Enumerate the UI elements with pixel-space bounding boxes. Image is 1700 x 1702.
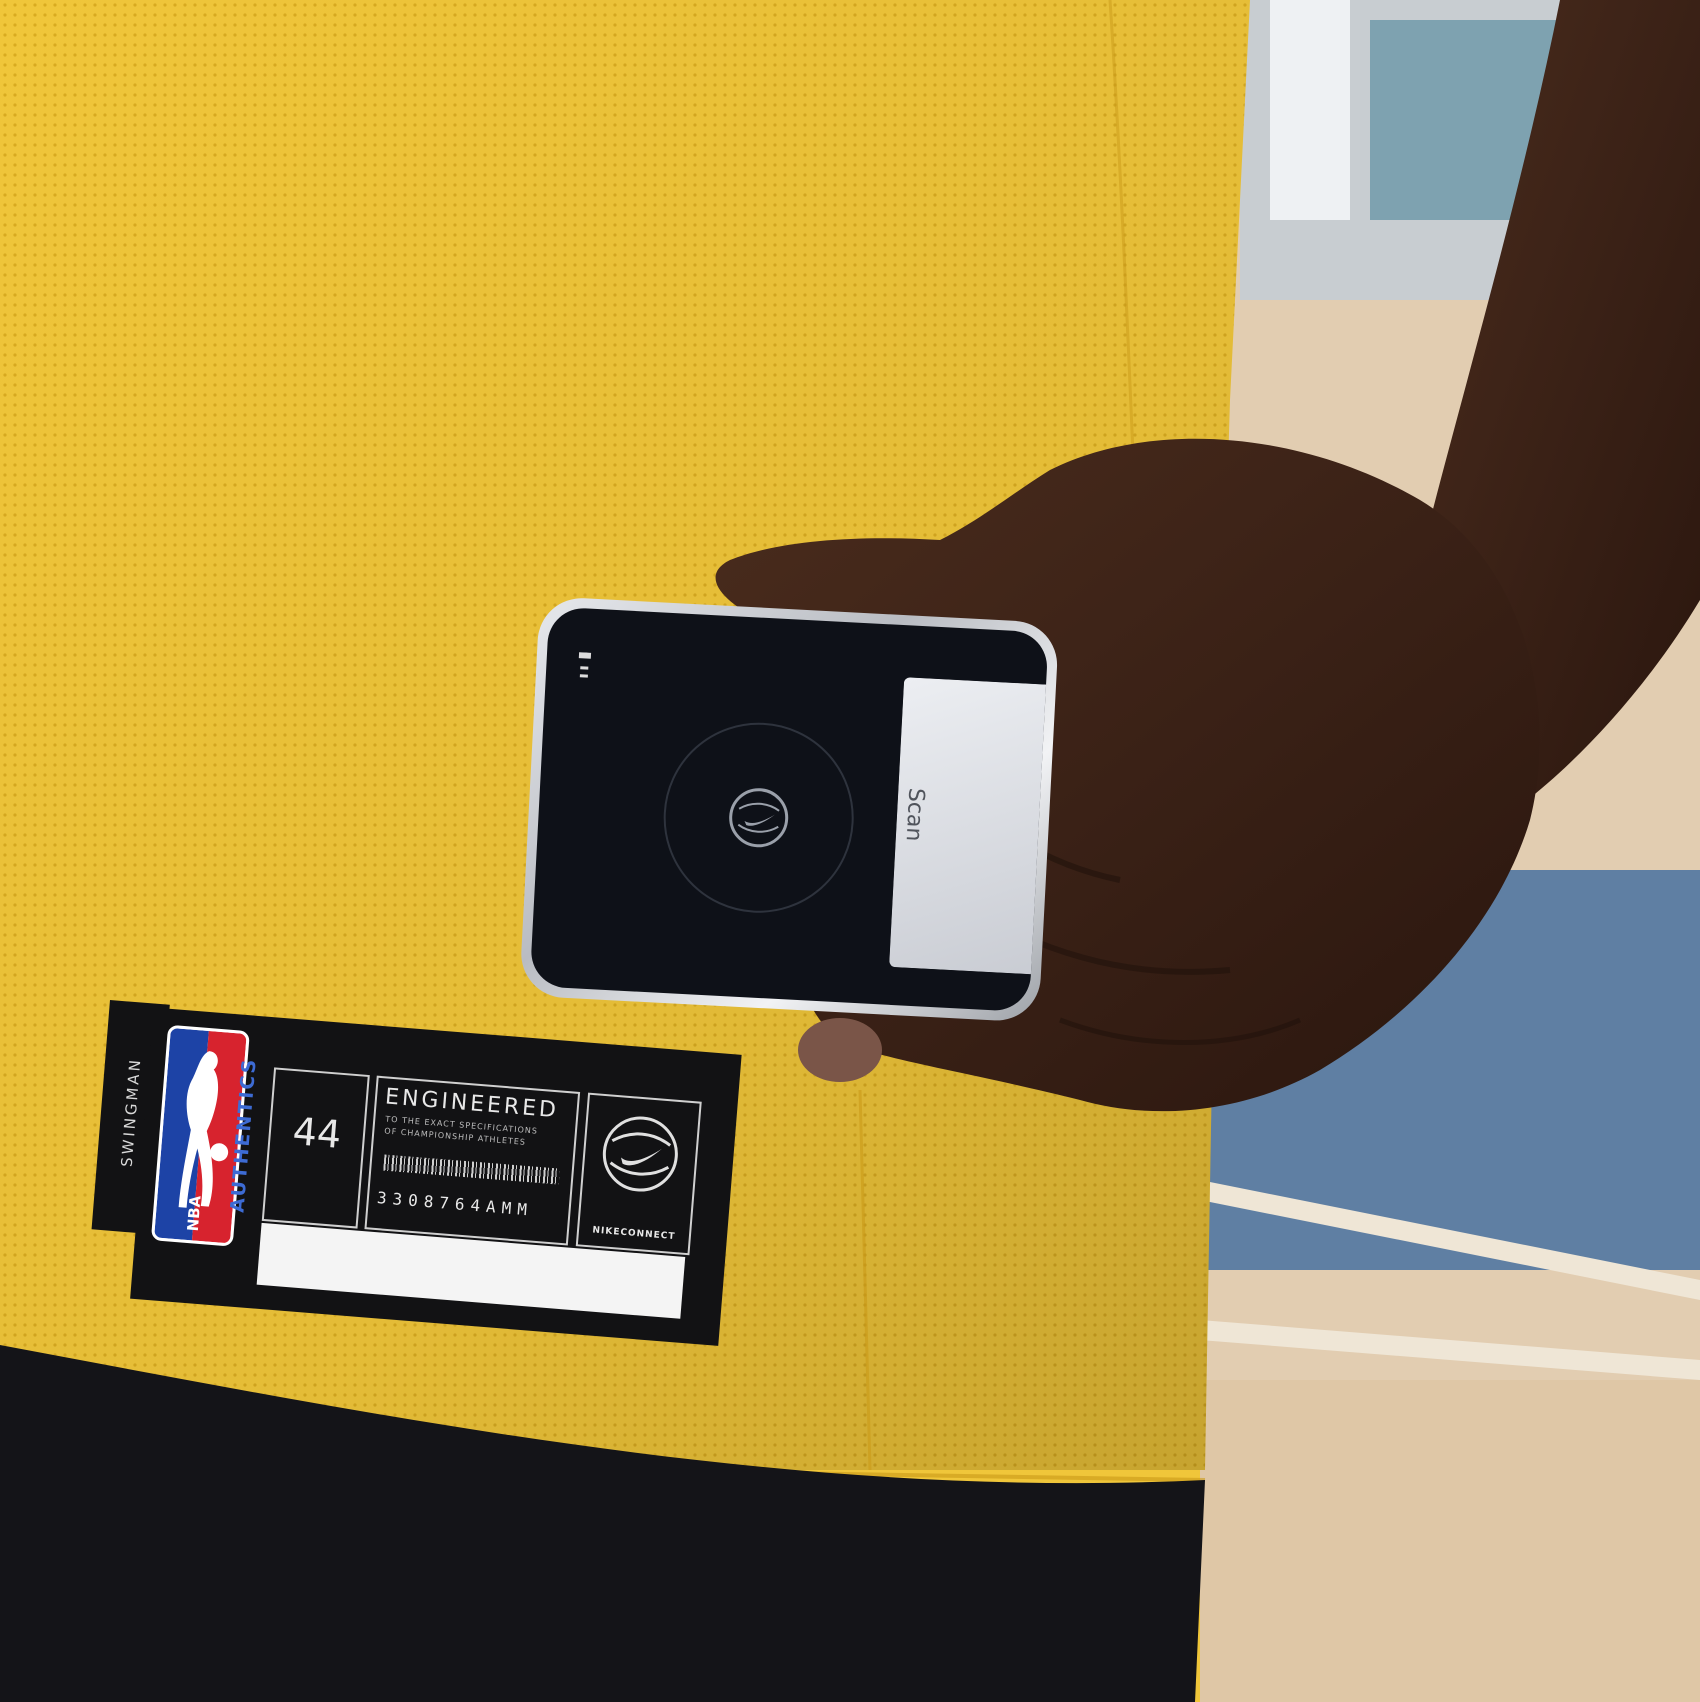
size-box: 44 — [261, 1067, 370, 1229]
barcode — [383, 1154, 560, 1185]
nba-logo-text: NBA — [183, 1194, 205, 1232]
nike-connect-icon — [602, 1116, 678, 1192]
photo-scene: SWINGMAN NBA AUTHENTICS 44 ENGINEERED TO… — [0, 0, 1700, 1702]
swingman-text: SWINGMAN — [117, 1056, 145, 1168]
size-text: 44 — [291, 1109, 343, 1157]
nfc-scan-icon — [663, 722, 854, 913]
engineered-box: ENGINEERED TO THE EXACT SPECIFICATIONS O… — [364, 1075, 581, 1246]
nike-connect-label: NIKECONNECT — [592, 1225, 676, 1243]
authentics-tag: NBA AUTHENTICS 44 ENGINEERED TO THE EXAC… — [130, 1007, 742, 1346]
jersey-tag: SWINGMAN NBA AUTHENTICS 44 ENGINEERED TO… — [86, 1000, 748, 1350]
status-bar-icon — [578, 652, 592, 678]
smartphone: Scan — [519, 596, 1060, 1023]
scan-card-text: Scan — [900, 787, 929, 843]
nike-connect-box: NIKECONNECT — [575, 1092, 702, 1256]
serial-number: 3308764AMM — [376, 1188, 534, 1220]
scan-card[interactable]: Scan — [889, 677, 1049, 975]
phone-screen: Scan — [529, 606, 1049, 1013]
